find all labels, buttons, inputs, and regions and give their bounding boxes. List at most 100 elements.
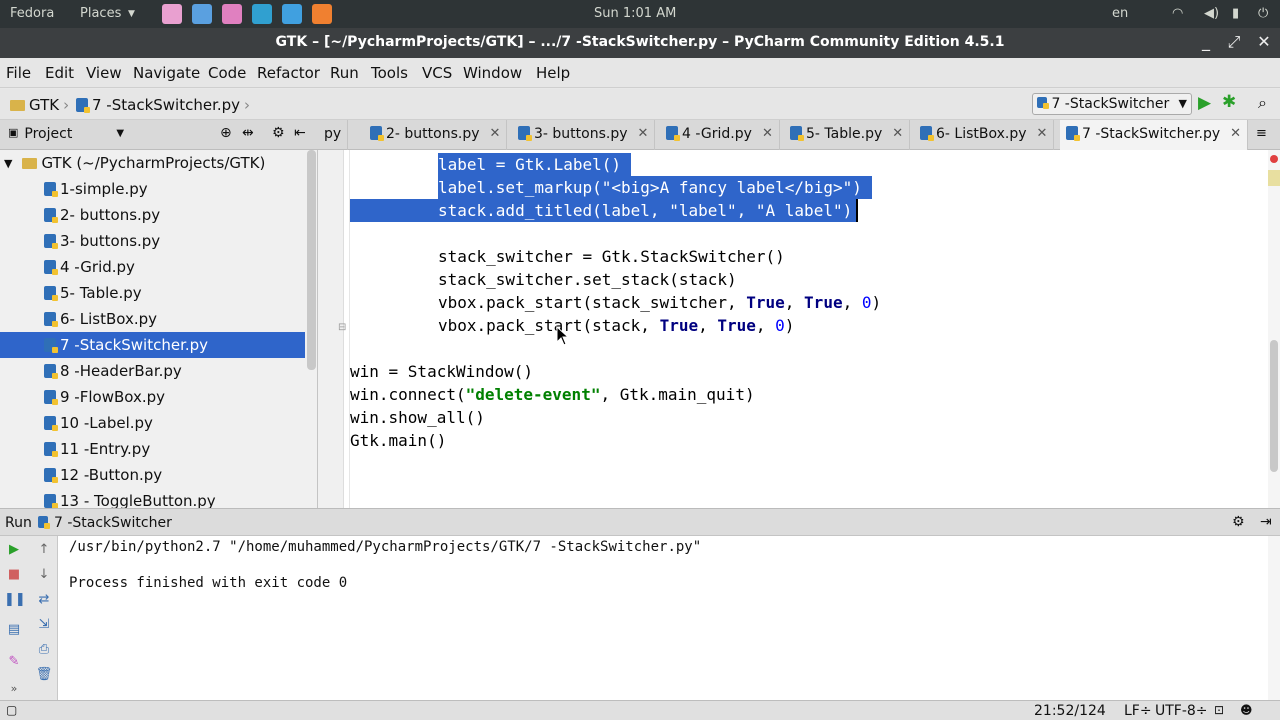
tree-file[interactable]: 11 -Entry.py xyxy=(0,436,305,462)
menu-vcs[interactable]: VCS xyxy=(422,64,452,82)
keyboard-language[interactable]: en xyxy=(1112,6,1128,21)
gear-icon[interactable]: ⚙ xyxy=(272,125,285,141)
stop-button[interactable]: ■ xyxy=(4,567,24,585)
pin-tab-button[interactable]: ✎ xyxy=(4,654,24,672)
app-launcher-icon[interactable] xyxy=(162,4,182,24)
print-button[interactable]: ⎙ xyxy=(34,642,54,660)
tab-3-buttons[interactable]: 3- buttons.py ✕ xyxy=(512,120,656,150)
menu-tools[interactable]: Tools xyxy=(371,64,408,82)
run-console-output[interactable]: /usr/bin/python2.7 "/home/muhammed/Pycha… xyxy=(58,536,1280,700)
app-launcher-icon[interactable] xyxy=(252,4,272,24)
expand-arrow-icon[interactable]: ▼ xyxy=(4,157,12,170)
code-line[interactable]: stack_switcher.set_stack(stack) xyxy=(438,268,737,291)
menu-refactor[interactable]: Refactor xyxy=(257,64,320,82)
code-line[interactable]: label = Gtk.Label() xyxy=(438,153,632,176)
file-encoding[interactable]: UTF-8÷ xyxy=(1155,703,1208,719)
close-button[interactable]: ✕ xyxy=(1254,32,1274,51)
code-line[interactable]: vbox.pack_start(stack_switcher, True, Tr… xyxy=(438,291,881,314)
tree-file[interactable]: 8 -HeaderBar.py xyxy=(0,358,305,384)
error-marker-icon[interactable] xyxy=(1270,155,1278,163)
collapse-icon[interactable]: ⇹ xyxy=(242,125,254,141)
menu-run[interactable]: Run xyxy=(330,64,359,82)
close-tab-icon[interactable]: ✕ xyxy=(490,126,501,141)
scroll-to-end-button[interactable]: ⇲ xyxy=(34,617,54,635)
close-tab-icon[interactable]: ✕ xyxy=(1230,126,1241,141)
menu-view[interactable]: View xyxy=(86,64,122,82)
debug-button[interactable]: ✱ xyxy=(1222,92,1236,112)
scroll-thumb[interactable] xyxy=(1270,340,1278,472)
line-separator[interactable]: LF÷ xyxy=(1124,703,1152,719)
tree-file[interactable]: 10 -Label.py xyxy=(0,410,305,436)
gear-icon[interactable]: ⚙ xyxy=(1232,514,1245,530)
breadcrumb-file[interactable]: 7 -StackSwitcher.py › xyxy=(76,96,250,114)
minimize-button[interactable]: _ xyxy=(1196,32,1216,51)
editor-gutter[interactable]: ⊟ xyxy=(318,150,346,508)
code-editor[interactable]: ⊟ label = Gtk.Label() label.set_markup("… xyxy=(318,150,1280,508)
system-clock[interactable]: Sun 1:01 AM xyxy=(594,6,676,21)
volume-icon[interactable]: ◀) xyxy=(1204,6,1219,21)
tree-file[interactable]: 4 -Grid.py xyxy=(0,254,305,280)
app-launcher-icon[interactable] xyxy=(222,4,242,24)
hide-panel-icon[interactable]: ⇥ xyxy=(1260,514,1272,530)
tree-file[interactable]: 1-simple.py xyxy=(0,176,305,202)
tab-2-buttons[interactable]: 2- buttons.py ✕ xyxy=(364,120,508,150)
places-menu[interactable]: Places xyxy=(80,6,121,21)
power-icon[interactable]: ⏻ xyxy=(1258,6,1268,21)
close-tab-icon[interactable]: ✕ xyxy=(638,126,649,141)
code-line[interactable]: Gtk.main() xyxy=(350,429,446,452)
app-launcher-icon[interactable] xyxy=(282,4,302,24)
hide-panel-icon[interactable]: ⇤ xyxy=(294,125,306,141)
clear-all-button[interactable]: 🗑 xyxy=(34,667,54,685)
app-launcher-icon[interactable] xyxy=(312,4,332,24)
run-config-name[interactable]: 7 -StackSwitcher xyxy=(54,515,172,531)
code-line[interactable]: vbox.pack_start(stack, True, True, 0) xyxy=(438,314,794,337)
tab-7-stackswitcher[interactable]: 7 -StackSwitcher.py ✕ xyxy=(1060,120,1249,150)
menu-window[interactable]: Window xyxy=(463,64,522,82)
editor-scrollbar[interactable] xyxy=(1268,150,1280,508)
code-line[interactable]: win.show_all() xyxy=(350,406,485,429)
tab-list-icon[interactable]: ≡ xyxy=(1256,126,1267,141)
maximize-button[interactable]: ⤢ xyxy=(1224,32,1244,52)
tree-file[interactable]: 3- buttons.py xyxy=(0,228,305,254)
console-scrollbar[interactable] xyxy=(1268,536,1280,700)
wifi-icon[interactable]: ◠ xyxy=(1172,6,1183,21)
menu-edit[interactable]: Edit xyxy=(45,64,74,82)
tab-partial[interactable]: py xyxy=(318,120,349,150)
tree-file[interactable]: 5- Table.py xyxy=(0,280,305,306)
menu-file[interactable]: File xyxy=(6,64,31,82)
code-line[interactable]: label.set_markup("<big>A fancy label</bi… xyxy=(438,176,872,199)
tree-file[interactable]: 12 -Button.py xyxy=(0,462,305,488)
close-tab-icon[interactable]: ✕ xyxy=(1037,126,1048,141)
tool-window-toggle-icon[interactable]: ▢ xyxy=(6,703,17,717)
dump-threads-button[interactable]: ▤ xyxy=(4,622,24,640)
close-tab-icon[interactable]: ✕ xyxy=(762,126,773,141)
scroll-up-button[interactable]: ↑ xyxy=(34,542,54,560)
soft-wrap-button[interactable]: ⇄ xyxy=(34,592,54,610)
run-button[interactable]: ▶ xyxy=(1198,93,1211,113)
tree-file[interactable]: 9 -FlowBox.py xyxy=(0,384,305,410)
code-line[interactable]: stack.add_titled(label, "label", "A labe… xyxy=(438,199,859,222)
project-view-selector[interactable]: ▣ Project ▼ xyxy=(8,126,124,142)
tab-4-grid[interactable]: 4 -Grid.py ✕ xyxy=(660,120,780,150)
close-tab-icon[interactable]: ✕ xyxy=(892,126,903,141)
sidebar-scrollbar[interactable] xyxy=(307,150,316,370)
activities-menu[interactable]: Fedora xyxy=(10,6,54,21)
more-actions-button[interactable]: » xyxy=(4,682,24,700)
tree-file[interactable]: 2- buttons.py xyxy=(0,202,305,228)
caret-position[interactable]: 21:52/124 xyxy=(1034,703,1106,719)
pause-button[interactable]: ❚❚ xyxy=(4,592,26,610)
menu-navigate[interactable]: Navigate xyxy=(133,64,200,82)
lock-icon[interactable]: ⊡ xyxy=(1214,703,1224,717)
rerun-button[interactable]: ▶ xyxy=(4,542,24,560)
tree-root[interactable]: ▼ GTK (~/PycharmProjects/GTK) xyxy=(0,150,305,176)
scroll-down-button[interactable]: ↓ xyxy=(34,567,54,585)
tree-file[interactable]: 6- ListBox.py xyxy=(0,306,305,332)
battery-icon[interactable]: ▮ xyxy=(1232,6,1239,21)
run-configuration-select[interactable]: 7 -StackSwitcher ▼ xyxy=(1032,93,1192,115)
selection-marker[interactable] xyxy=(1268,170,1280,186)
code-line[interactable]: win = StackWindow() xyxy=(350,360,533,383)
menu-code[interactable]: Code xyxy=(208,64,246,82)
target-icon[interactable]: ⊕ xyxy=(220,125,232,141)
tree-file[interactable]: 13 - ToggleButton.py xyxy=(0,488,305,508)
breadcrumb-project[interactable]: GTK › xyxy=(10,96,69,114)
